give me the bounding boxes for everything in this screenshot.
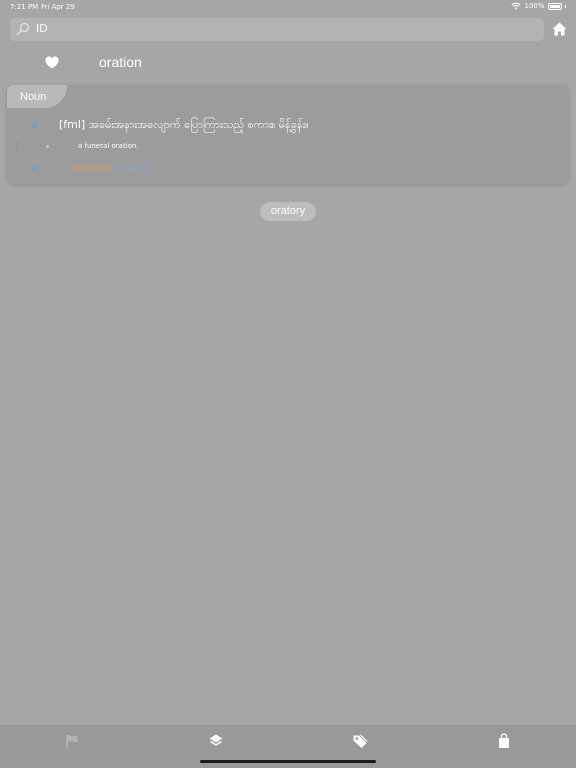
example-marker [17,142,18,156]
search-bar[interactable]: ID [10,18,544,41]
status-time: 7:21 PM [10,3,39,11]
example-bullet [46,145,49,148]
wifi-icon [511,2,522,10]
battery-percent: 100% [524,2,545,10]
definition-bullet [32,123,37,128]
plural-word[interactable]: orations [71,163,112,174]
part-of-speech-tab: Noun [7,85,67,108]
word-title: oration [99,54,142,70]
plural-form[interactable]: → orations (plural) [59,163,151,174]
home-indicator[interactable] [200,760,376,763]
plural-arrow: → [59,163,68,174]
search-input[interactable]: ID [36,22,48,35]
heart-icon[interactable] [45,56,59,69]
status-bar: 7:21 PM Fri Apr 29 100% [0,0,576,14]
example-text: a funeral oration. [78,142,139,150]
plural-bullet [32,166,37,171]
status-date: Fri Apr 29 [41,3,75,11]
related-word-chip[interactable]: oratory [260,202,316,221]
flag-icon[interactable] [64,733,80,749]
battery-icon [547,2,562,10]
home-icon[interactable] [552,22,567,36]
layers-icon[interactable] [208,733,224,749]
tag-icon[interactable] [352,733,368,749]
search-icon [16,22,30,36]
status-indicators: 100% [511,2,566,10]
definition-card: Noun [fml] အခမ်းအနားအလျောက် ပြောကြားသည့်… [7,85,569,184]
bag-icon[interactable] [496,733,512,749]
plural-label: (plural) [114,163,151,174]
definition-text: [fml] အခမ်းအနားအလျောက် ပြောကြားသည့် စကား… [59,118,309,131]
